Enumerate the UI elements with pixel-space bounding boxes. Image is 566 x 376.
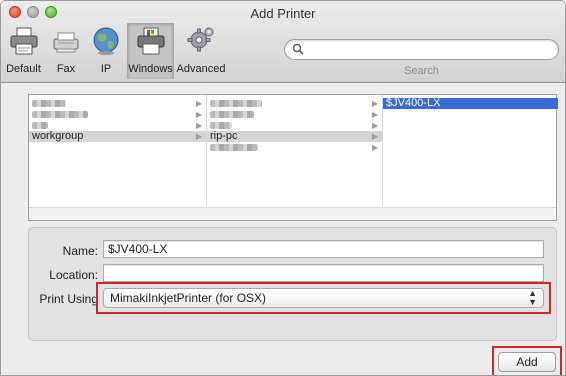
- toolbar-default-button[interactable]: Default: [2, 23, 45, 79]
- obscured-text: [210, 111, 254, 118]
- add-printer-window: Add Printer Default Fax IP Windows Advan…: [0, 0, 566, 376]
- obscured-text: [32, 100, 66, 107]
- disclosure-arrow-icon: ▶: [195, 132, 202, 141]
- toolbar: Add Printer Default Fax IP Windows Advan…: [1, 1, 565, 83]
- default-printer-icon: [10, 27, 37, 55]
- toolbar-ip-label: IP: [100, 63, 112, 75]
- browser-column-workgroups: ▶ ▶ ▶ workgroup ▶: [29, 95, 207, 207]
- toolbar-windows-button[interactable]: Windows: [127, 23, 174, 79]
- disclosure-arrow-icon: ▶: [371, 143, 378, 152]
- disclosure-arrow-icon: ▶: [371, 110, 378, 119]
- toolbar-advanced-label: Advanced: [176, 63, 226, 75]
- printer-browser: ▶ ▶ ▶ workgroup ▶ ▶ ▶ ▶ rip-pc ▶ ▶ $JV400-…: [28, 94, 558, 221]
- browser-column-hosts: ▶ ▶ ▶ rip-pc ▶ ▶: [207, 95, 383, 207]
- print-using-label: Print Using: [39, 292, 98, 306]
- list-item-label: workgroup: [32, 130, 84, 142]
- location-field[interactable]: [103, 264, 544, 282]
- list-item-label: $JV400-LX: [386, 97, 441, 109]
- obscured-text: [32, 122, 48, 129]
- toolbar-windows-label: Windows: [128, 63, 173, 75]
- browser-column-printers: $JV400-LX: [383, 95, 558, 207]
- gear-icon: [187, 27, 214, 52]
- list-item[interactable]: ▶: [207, 109, 382, 120]
- horizontal-scrollbar[interactable]: [29, 207, 556, 220]
- highlight-box-add: [492, 346, 562, 375]
- disclosure-arrow-icon: ▶: [371, 132, 378, 141]
- toolbar-default-label: Default: [6, 63, 41, 75]
- toolbar-advanced-button[interactable]: Advanced: [176, 23, 226, 79]
- search-icon: [292, 43, 304, 55]
- toolbar-fax-button[interactable]: Fax: [47, 23, 85, 79]
- highlight-box-print-using: [96, 282, 551, 314]
- disclosure-arrow-icon: ▶: [371, 121, 378, 130]
- window-title: Add Printer: [250, 6, 316, 21]
- name-label: Name:: [62, 244, 98, 258]
- list-item-printer[interactable]: $JV400-LX: [383, 98, 558, 109]
- list-item[interactable]: ▶: [207, 98, 382, 109]
- name-field[interactable]: $JV400-LX: [103, 240, 544, 258]
- obscured-text: [210, 122, 232, 129]
- list-item[interactable]: ▶: [207, 142, 382, 153]
- list-item-rip-pc[interactable]: rip-pc ▶: [207, 131, 382, 142]
- obscured-text: [210, 144, 258, 151]
- windows-printer-icon: [137, 27, 164, 55]
- globe-icon: [93, 27, 119, 55]
- location-label: Location:: [49, 268, 98, 282]
- search-field[interactable]: [284, 39, 559, 60]
- list-item-workgroup[interactable]: workgroup ▶: [29, 131, 206, 142]
- disclosure-arrow-icon: ▶: [195, 121, 202, 130]
- obscured-text: [210, 100, 262, 107]
- disclosure-arrow-icon: ▶: [195, 110, 202, 119]
- toolbar-ip-button[interactable]: IP: [87, 23, 125, 79]
- list-item[interactable]: ▶: [29, 109, 206, 120]
- list-item-label: rip-pc: [210, 130, 238, 142]
- obscured-text: [32, 111, 88, 118]
- fax-icon: [53, 32, 79, 53]
- toolbar-fax-label: Fax: [56, 63, 76, 75]
- disclosure-arrow-icon: ▶: [195, 99, 202, 108]
- list-item[interactable]: ▶: [29, 98, 206, 109]
- disclosure-arrow-icon: ▶: [371, 99, 378, 108]
- search-caption: Search: [404, 65, 439, 77]
